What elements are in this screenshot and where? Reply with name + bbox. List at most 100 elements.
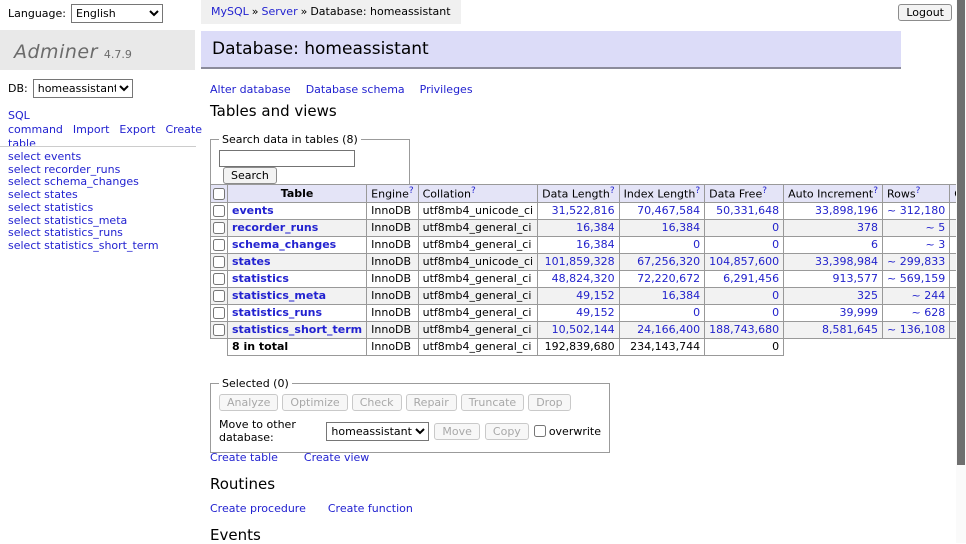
breadcrumb-link-server[interactable]: Server: [262, 5, 298, 18]
nav-database-schema[interactable]: Database schema: [306, 83, 405, 96]
sidebar-divider: [0, 146, 196, 147]
table-name-link[interactable]: states: [232, 255, 271, 268]
row-checkbox[interactable]: [213, 205, 225, 217]
move-row: Move to other database: homeassistant Mo…: [219, 418, 601, 444]
column-header-engine: Engine?: [367, 185, 418, 203]
rows-cell: ~ 244: [883, 287, 950, 304]
repair-button[interactable]: Repair: [406, 394, 457, 411]
index-length-cell: 0: [619, 236, 705, 253]
engine-cell: InnoDB: [367, 236, 418, 253]
page-title: Database: homeassistant: [212, 39, 429, 59]
row-checkbox[interactable]: [213, 256, 225, 268]
rows-cell: ~ 136,108: [883, 321, 950, 338]
data-free-help-link[interactable]: ?: [762, 186, 767, 196]
nav-alter-database[interactable]: Alter database: [210, 83, 291, 96]
search-legend: Search data in tables (8): [219, 133, 361, 146]
data-length-cell: 16,384: [538, 219, 619, 236]
copy-button[interactable]: Copy: [485, 423, 529, 440]
auto-increment-help-link[interactable]: ?: [873, 186, 878, 196]
table-row: statisticsInnoDButf8mb4_general_ci48,824…: [211, 270, 966, 287]
link-create-view[interactable]: Create view: [304, 451, 369, 464]
db-select[interactable]: homeassistant: [33, 79, 133, 98]
sidebar-select-states[interactable]: select states: [8, 189, 159, 202]
row-checkbox[interactable]: [213, 324, 225, 336]
row-checkbox[interactable]: [213, 290, 225, 302]
breadcrumb-link-mysql[interactable]: MySQL: [211, 5, 249, 18]
index-length-help-link[interactable]: ?: [695, 186, 700, 196]
column-header-index-length: Index Length?: [619, 185, 705, 203]
collation-cell: utf8mb4_general_ci: [418, 236, 537, 253]
data-length-cell: 101,859,328: [538, 253, 619, 270]
sidebar-select-events[interactable]: select events: [8, 151, 159, 164]
search-input[interactable]: [219, 150, 355, 167]
selected-buttons-row: AnalyzeOptimize CheckRepairTruncateDrop: [219, 394, 601, 411]
rows-cell: ~ 569,159: [883, 270, 950, 287]
table-name-link[interactable]: statistics_meta: [232, 289, 326, 302]
language-label: Language:: [8, 7, 66, 20]
link-create-procedure[interactable]: Create procedure: [210, 502, 306, 515]
total-data-free-cell: 0: [705, 338, 784, 355]
sidebar-select-statistics[interactable]: select statistics: [8, 202, 159, 215]
drop-button[interactable]: Drop: [528, 394, 570, 411]
total-data-length-cell: 192,839,680: [538, 338, 619, 355]
sidebar-action-import[interactable]: Import: [73, 123, 110, 136]
link-create-function[interactable]: Create function: [328, 502, 413, 515]
collation-cell: utf8mb4_general_ci: [418, 321, 537, 338]
row-checkbox[interactable]: [213, 222, 225, 234]
analyze-button[interactable]: Analyze: [219, 394, 278, 411]
vertical-scrollbar[interactable]: [956, 0, 966, 543]
auto-increment-cell: 8,581,645: [784, 321, 883, 338]
sidebar-action-export[interactable]: Export: [119, 123, 155, 136]
collation-help-link[interactable]: ?: [471, 186, 476, 196]
table-name-link[interactable]: schema_changes: [232, 238, 336, 251]
routine-links: Create procedure Create function: [210, 502, 435, 515]
engine-cell: InnoDB: [367, 202, 418, 219]
move-label: Move to other database:: [219, 418, 321, 444]
engine-cell: InnoDB: [367, 219, 418, 236]
engine-help-link[interactable]: ?: [409, 186, 414, 196]
select-all-checkbox[interactable]: [213, 188, 225, 200]
overwrite-checkbox[interactable]: [534, 425, 546, 437]
truncate-button[interactable]: Truncate: [461, 394, 524, 411]
logout-button[interactable]: Logout: [898, 4, 952, 21]
column-header-rows: Rows?: [883, 185, 950, 203]
db-label: DB:: [8, 82, 28, 95]
language-select[interactable]: English: [71, 4, 163, 23]
move-button[interactable]: Move: [434, 423, 480, 440]
data-length-cell: 31,522,816: [538, 202, 619, 219]
sidebar-action-sql-command[interactable]: SQL command: [8, 109, 63, 136]
sidebar-select-statistics-short-term[interactable]: select statistics_short_term: [8, 240, 159, 253]
engine-cell: InnoDB: [367, 321, 418, 338]
table-name-link[interactable]: statistics_short_term: [232, 323, 362, 336]
data-length-help-link[interactable]: ?: [610, 186, 615, 196]
data-free-cell: 50,331,648: [705, 202, 784, 219]
db-selector-row: DB: homeassistant: [8, 79, 133, 98]
index-length-cell: 70,467,584: [619, 202, 705, 219]
row-checkbox[interactable]: [213, 239, 225, 251]
optimize-button[interactable]: Optimize: [282, 394, 347, 411]
row-checkbox[interactable]: [213, 307, 225, 319]
index-length-cell: 72,220,672: [619, 270, 705, 287]
collation-cell: utf8mb4_general_ci: [418, 270, 537, 287]
scrollbar-thumb[interactable]: [957, 0, 965, 465]
collation-cell: utf8mb4_general_ci: [418, 304, 537, 321]
table-name-link[interactable]: statistics_runs: [232, 306, 322, 319]
row-checkbox[interactable]: [213, 273, 225, 285]
auto-increment-cell: 33,898,196: [784, 202, 883, 219]
table-name-link[interactable]: statistics: [232, 272, 289, 285]
nav-privileges[interactable]: Privileges: [420, 83, 473, 96]
column-header-data-length: Data Length?: [538, 185, 619, 203]
breadcrumb-separator: »: [301, 5, 308, 18]
total-collation-cell: utf8mb4_general_ci: [418, 338, 537, 355]
search-button[interactable]: Search: [223, 167, 277, 184]
index-length-cell: 16,384: [619, 219, 705, 236]
link-create-table[interactable]: Create table: [210, 451, 278, 464]
table-name-link[interactable]: events: [232, 204, 274, 217]
check-button[interactable]: Check: [352, 394, 402, 411]
selected-legend: Selected (0): [219, 377, 292, 390]
rows-help-link[interactable]: ?: [916, 186, 921, 196]
table-name-link[interactable]: recorder_runs: [232, 221, 318, 234]
move-database-select[interactable]: homeassistant: [326, 422, 429, 441]
auto-increment-cell: 33,398,984: [784, 253, 883, 270]
column-header-data-free: Data Free?: [705, 185, 784, 203]
